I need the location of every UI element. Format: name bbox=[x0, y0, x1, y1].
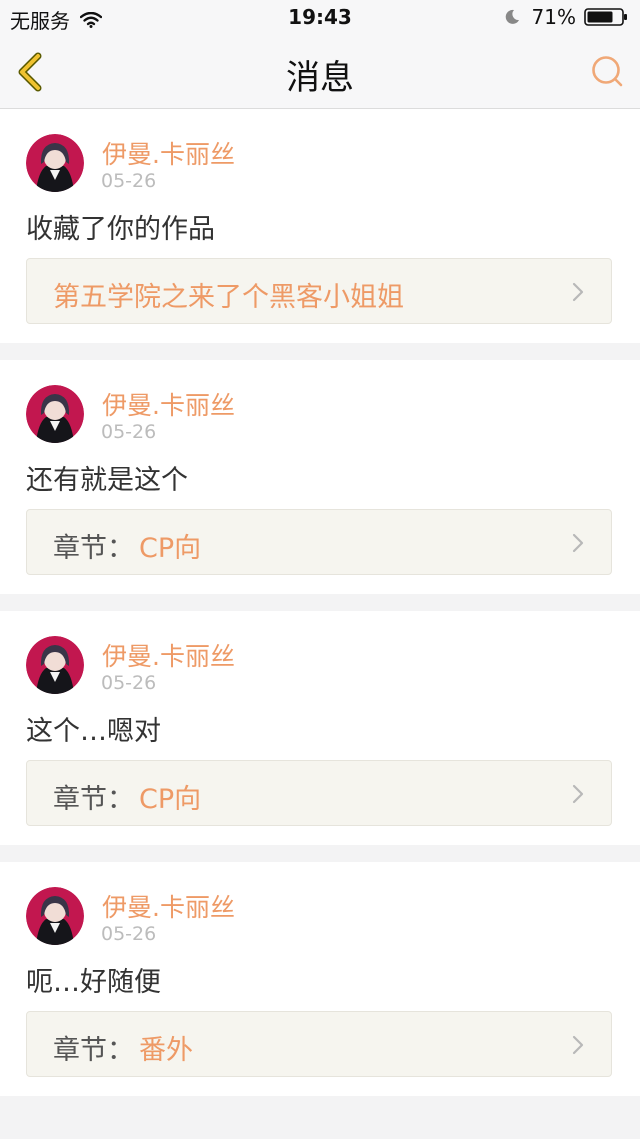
avatar-image bbox=[26, 887, 84, 945]
avatar-image bbox=[26, 636, 84, 694]
message-text: 收藏了你的作品 bbox=[26, 214, 215, 245]
chapter-title: 番外 bbox=[139, 1035, 193, 1066]
username[interactable]: 伊曼.卡丽丝 bbox=[102, 888, 235, 924]
battery-icon bbox=[584, 8, 627, 26]
avatar-image bbox=[26, 385, 84, 443]
avatar[interactable] bbox=[26, 385, 84, 443]
nav-bar: 消息 bbox=[0, 36, 640, 109]
avatar[interactable] bbox=[26, 134, 84, 192]
avatar[interactable] bbox=[26, 636, 84, 694]
message-card: 伊曼.卡丽丝 05-26 呃…好随便 章节： 番外 bbox=[0, 862, 640, 1096]
status-right: 71% bbox=[504, 5, 628, 29]
page-title: 消息 bbox=[286, 58, 354, 98]
chapter-link[interactable]: 章节： 番外 bbox=[26, 1011, 612, 1077]
message-card: 伊曼.卡丽丝 05-26 还有就是这个 章节： CP向 bbox=[0, 360, 640, 594]
message-text: 呃…好随便 bbox=[26, 967, 161, 998]
avatar-image bbox=[26, 134, 84, 192]
chevron-right-icon bbox=[572, 1035, 584, 1055]
chevron-right-icon bbox=[572, 282, 584, 302]
message-card: 伊曼.卡丽丝 05-26 这个…嗯对 章节： CP向 bbox=[0, 611, 640, 845]
work-title: 第五学院之来了个黑客小姐姐 bbox=[53, 282, 404, 313]
chapter-title: CP向 bbox=[139, 784, 202, 815]
chevron-right-icon bbox=[572, 784, 584, 804]
username[interactable]: 伊曼.卡丽丝 bbox=[102, 135, 235, 171]
message-card: 伊曼.卡丽丝 05-26 收藏了你的作品 第五学院之来了个黑客小姐姐 bbox=[0, 109, 640, 343]
moon-icon bbox=[505, 9, 519, 24]
message-list: 伊曼.卡丽丝 05-26 收藏了你的作品 第五学院之来了个黑客小姐姐 伊曼.卡丽… bbox=[0, 109, 640, 1113]
username[interactable]: 伊曼.卡丽丝 bbox=[102, 386, 235, 422]
status-bar: 无服务 19:43 71% bbox=[0, 0, 640, 36]
chapter-title: CP向 bbox=[139, 533, 202, 564]
message-date: 05-26 bbox=[101, 170, 157, 192]
message-date: 05-26 bbox=[101, 672, 157, 694]
message-date: 05-26 bbox=[101, 421, 157, 443]
avatar[interactable] bbox=[26, 887, 84, 945]
username[interactable]: 伊曼.卡丽丝 bbox=[102, 637, 235, 673]
chevron-right-icon bbox=[572, 533, 584, 553]
chapter-link[interactable]: 章节： CP向 bbox=[26, 509, 612, 575]
work-link[interactable]: 第五学院之来了个黑客小姐姐 bbox=[26, 258, 612, 324]
message-date: 05-26 bbox=[101, 923, 157, 945]
message-text: 还有就是这个 bbox=[26, 465, 188, 496]
message-text: 这个…嗯对 bbox=[26, 716, 161, 747]
chapter-prefix: 章节： bbox=[53, 1035, 134, 1066]
chapter-prefix: 章节： bbox=[53, 533, 134, 564]
chapter-link[interactable]: 章节： CP向 bbox=[26, 760, 612, 826]
battery-percent: 71% bbox=[531, 5, 576, 29]
chapter-prefix: 章节： bbox=[53, 784, 134, 815]
search-icon[interactable] bbox=[590, 54, 626, 90]
